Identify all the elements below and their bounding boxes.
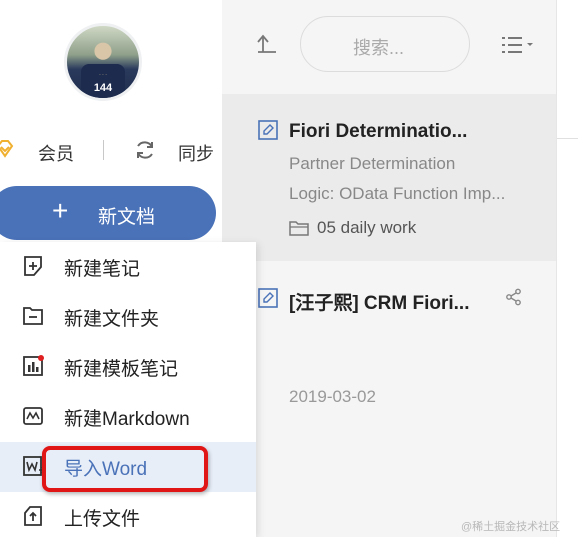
share-icon[interactable] — [505, 288, 523, 311]
note-doc-icon — [258, 288, 278, 308]
note-card[interactable]: [汪子熙] CRM Fiori... 2019-03-02 — [222, 261, 556, 537]
new-folder-icon — [22, 305, 44, 327]
note-date: 2019-03-02 — [289, 387, 376, 406]
note-doc-icon — [258, 120, 278, 140]
list-view-menu-icon[interactable] — [502, 35, 538, 60]
avatar-caption: · · · — [99, 72, 107, 78]
divider — [103, 140, 104, 160]
annotation-highlight-box — [42, 446, 208, 492]
editor-edge — [556, 0, 578, 537]
search-placeholder: 搜索... — [353, 38, 405, 58]
note-title: Fiori Determinatio... — [289, 121, 468, 142]
note-list-panel: 搜索... Fiori Determinatio... Partner Dete… — [222, 0, 556, 537]
menu-item-label: 新建文件夹 — [64, 309, 160, 330]
menu-item-new-note[interactable]: 新建笔记 — [0, 242, 256, 292]
menu-item-new-markdown[interactable]: 新建Markdown — [0, 392, 256, 442]
menu-item-label: 新建模板笔记 — [64, 359, 179, 380]
note-title: [汪子熙] CRM Fiori... — [289, 293, 470, 314]
note-snippet-line: Partner Determination — [289, 154, 456, 173]
menu-item-label: 上传文件 — [64, 509, 141, 530]
markdown-icon — [22, 405, 44, 427]
menu-item-label: 新建笔记 — [64, 259, 141, 280]
template-note-icon — [22, 355, 44, 377]
note-snippet-line: Logic: OData Function Imp... — [289, 184, 506, 203]
menu-item-upload-file[interactable]: 上传文件 — [0, 492, 256, 537]
new-note-icon — [22, 255, 44, 277]
note-card[interactable]: Fiori Determinatio... Partner Determinat… — [222, 94, 556, 261]
new-document-menu: 新建笔记 新建文件夹 新建模板笔记 新建Markdown 导入Word 上传文件 — [0, 242, 256, 537]
upload-file-icon — [22, 505, 44, 527]
folder-name: 05 daily work — [317, 218, 417, 237]
menu-item-new-folder[interactable]: 新建文件夹 — [0, 292, 256, 342]
menu-item-label: 新建Markdown — [64, 409, 190, 430]
new-document-button[interactable]: + 新文档 — [0, 186, 216, 240]
menu-item-new-template-note[interactable]: 新建模板笔记 — [0, 342, 256, 392]
vip-diamond-icon[interactable] — [0, 138, 16, 165]
folder-icon — [289, 219, 309, 242]
sort-up-icon[interactable] — [255, 32, 279, 61]
sync-button[interactable]: 同步 — [178, 140, 214, 166]
plus-icon: + — [52, 195, 69, 226]
new-document-label: 新文档 — [98, 207, 156, 228]
member-sync-row: 会员 同步 — [0, 136, 222, 166]
list-toolbar: 搜索... — [222, 0, 556, 94]
watermark: @稀土掘金技术社区 — [461, 521, 561, 533]
member-button[interactable]: 会员 — [38, 140, 74, 166]
search-input[interactable]: 搜索... — [300, 16, 470, 72]
avatar-number: 144 — [93, 82, 113, 94]
avatar[interactable]: · · · 144 — [64, 23, 142, 101]
sync-icon[interactable] — [133, 138, 157, 167]
divider — [557, 138, 578, 139]
import-word-icon — [22, 455, 47, 477]
